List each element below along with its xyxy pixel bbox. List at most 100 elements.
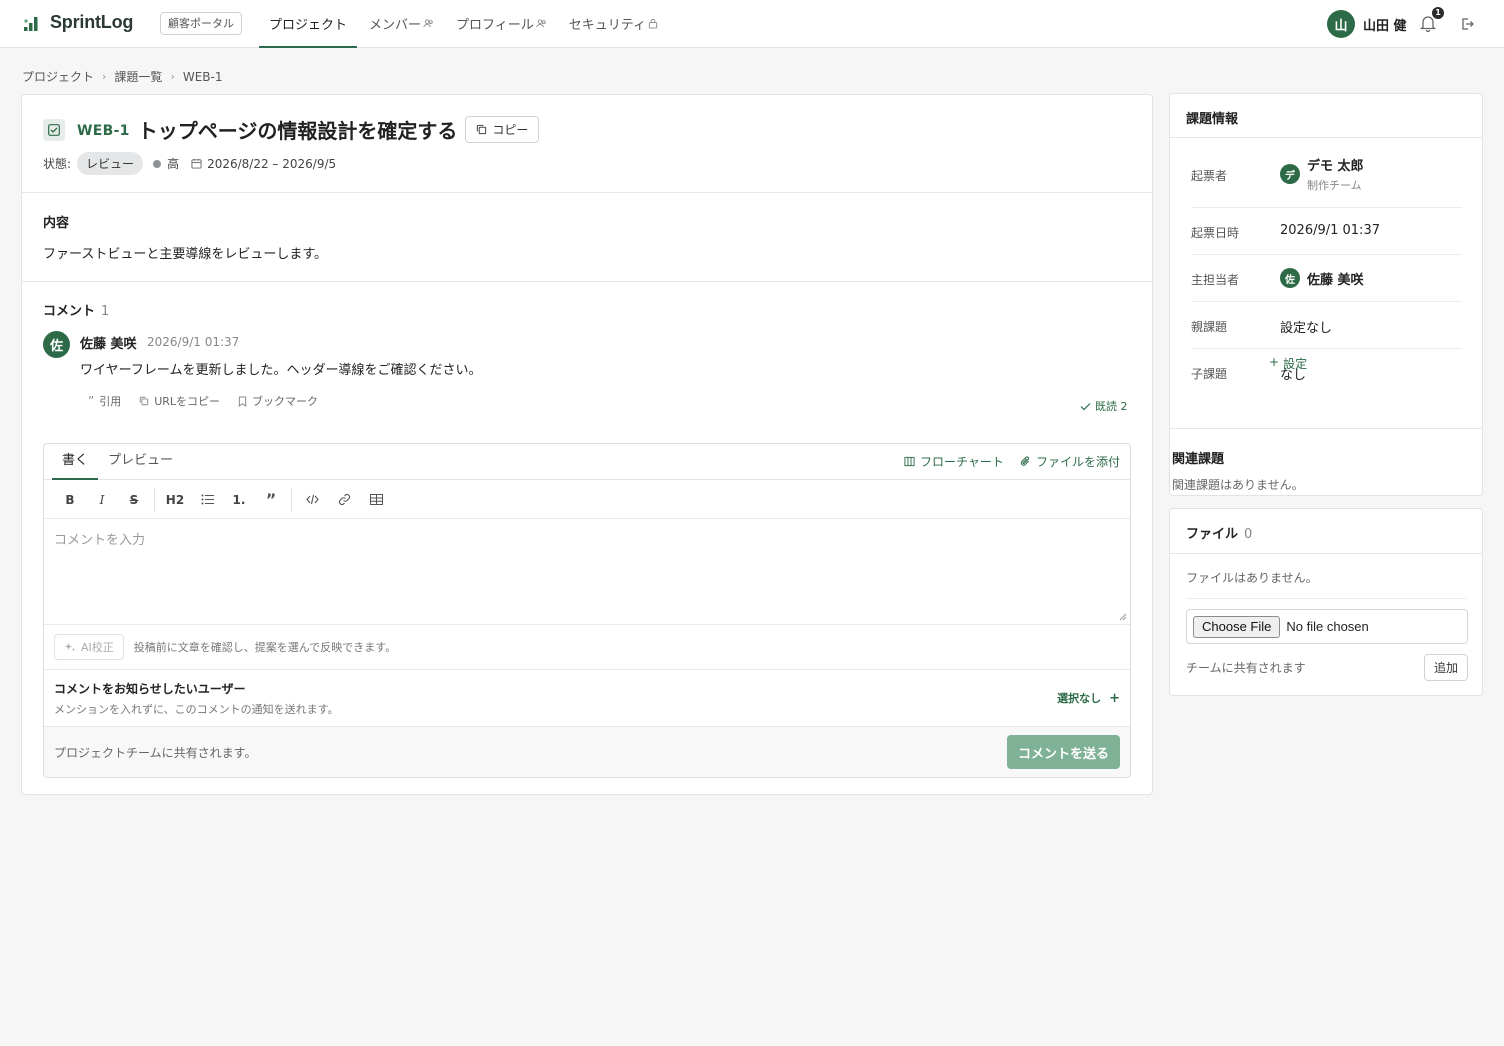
status-badge[interactable]: レビュー bbox=[77, 152, 144, 175]
reporter-info: デモ 太郎 制作チーム bbox=[1307, 155, 1364, 193]
divider bbox=[1170, 428, 1482, 429]
tab-write[interactable]: 書く bbox=[52, 444, 99, 480]
strikethrough-button[interactable]: S bbox=[118, 486, 150, 514]
priority-value: 高 bbox=[167, 157, 180, 171]
assignee-value: 佐 佐藤 美咲 bbox=[1280, 268, 1364, 288]
assignee-avatar: 佐 bbox=[1280, 268, 1300, 288]
user-avatar: 山 bbox=[1327, 10, 1355, 38]
logout-button[interactable] bbox=[1459, 16, 1475, 32]
send-comment-button[interactable]: コメントを送る bbox=[1007, 735, 1120, 769]
created-row: 起票日時 2026/9/1 01:37 bbox=[1191, 208, 1462, 255]
notifications-button[interactable]: 1 bbox=[1420, 7, 1444, 32]
ai-proofread-label: AI校正 bbox=[81, 641, 114, 654]
related-issues-empty: 関連課題はありません。 bbox=[1172, 478, 1304, 492]
check-icon bbox=[1080, 402, 1091, 410]
ai-proofread-row: AI校正 投稿前に文章を確認し、提案を選んで反映できます。 bbox=[54, 634, 396, 660]
file-input-status: No file chosen bbox=[1286, 619, 1369, 634]
format-toolbar: B I S H2 1. ” bbox=[44, 481, 1130, 519]
issue-info-panel: 課題情報 起票者 デ デモ 太郎 制作チーム 起票日時 2026/9/1 01:… bbox=[1169, 93, 1483, 496]
comments-heading-label: コメント bbox=[43, 304, 96, 319]
share-note: プロジェクトチームに共有されます。 bbox=[54, 746, 257, 760]
copy-button-label: コピー bbox=[492, 123, 529, 137]
editor-footer: プロジェクトチームに共有されます。 コメントを送る bbox=[44, 727, 1130, 777]
nav-members[interactable]: メンバー bbox=[359, 0, 444, 47]
editor-tabs: 書く プレビュー フローチャート ファイルを添付 bbox=[44, 444, 1130, 480]
reporter-avatar: デ bbox=[1280, 164, 1300, 184]
reporter-name: デモ 太郎 bbox=[1307, 159, 1364, 174]
heading-button[interactable]: H2 bbox=[159, 486, 191, 514]
user-menu[interactable]: 山 山田 健 bbox=[1327, 10, 1407, 38]
issue-header: WEB-1 トップページの情報設計を確定する コピー bbox=[43, 115, 540, 144]
brand-name: SprintLog bbox=[50, 12, 134, 32]
notify-users-select[interactable]: 選択なし + bbox=[1057, 690, 1120, 706]
parent-label: 親課題 bbox=[1191, 320, 1228, 334]
read-receipt[interactable]: 既読 2 bbox=[1080, 398, 1128, 414]
related-issues-settings-button[interactable]: + 設定 bbox=[1269, 355, 1307, 372]
code-icon bbox=[305, 494, 319, 505]
nav-profile[interactable]: プロフィール bbox=[446, 0, 557, 47]
calendar-icon bbox=[191, 158, 202, 169]
file-input[interactable]: Choose File No file chosen bbox=[1186, 609, 1468, 644]
nav-projects[interactable]: プロジェクト bbox=[259, 0, 358, 48]
files-panel: ファイル 0 ファイルはありません。 Choose File No file ch… bbox=[1169, 508, 1483, 696]
code-button[interactable] bbox=[296, 486, 328, 514]
link-button[interactable] bbox=[328, 486, 360, 514]
copy-url-button[interactable]: URLをコピー bbox=[139, 393, 220, 409]
choose-file-button[interactable]: Choose File bbox=[1193, 615, 1281, 638]
chevron-right-icon: › bbox=[170, 70, 175, 83]
issue-type-task-icon bbox=[43, 118, 65, 141]
issue-meta: 状態: レビュー 高 2026/8/22 – 2026/9/5 bbox=[43, 152, 336, 175]
toolbar-separator bbox=[291, 487, 292, 512]
priority-dot-icon bbox=[153, 159, 162, 168]
ai-proofread-button[interactable]: AI校正 bbox=[54, 634, 124, 660]
comment-actions: ” 引用 URLをコピー ブックマーク bbox=[88, 393, 318, 409]
status-label: 状態: bbox=[43, 157, 72, 171]
copy-button[interactable]: コピー bbox=[465, 116, 540, 143]
bold-button[interactable]: B bbox=[54, 486, 86, 514]
issue-info-title: 課題情報 bbox=[1186, 112, 1239, 127]
plus-icon: + bbox=[1269, 355, 1280, 369]
issue-detail-card: WEB-1 トップページの情報設計を確定する コピー 状態: レビュー 高 20… bbox=[21, 94, 1153, 795]
comment-author: 佐藤 美咲 bbox=[80, 337, 137, 352]
comments-heading: コメント 1 bbox=[43, 300, 109, 319]
notify-users-section: コメントをお知らせしたいユーザー メンションを入れずに、このコメントの通知を送れ… bbox=[44, 669, 1130, 727]
nav-projects-label: プロジェクト bbox=[269, 18, 348, 33]
divider bbox=[22, 281, 1152, 282]
issue-key: WEB-1 bbox=[77, 123, 130, 139]
comment-input-area bbox=[44, 519, 1130, 625]
breadcrumb-issues[interactable]: 課題一覧 bbox=[114, 68, 162, 85]
bookmark-button[interactable]: ブックマーク bbox=[238, 393, 318, 409]
table-icon bbox=[369, 494, 383, 505]
quote-button[interactable]: ” 引用 bbox=[88, 393, 121, 409]
comment-input[interactable] bbox=[44, 519, 1130, 624]
notify-users-description: メンションを入れずに、このコメントの通知を送れます。 bbox=[54, 703, 339, 716]
nav-security[interactable]: セキュリティ bbox=[559, 0, 668, 47]
link-icon bbox=[338, 493, 350, 506]
flowchart-icon bbox=[904, 456, 915, 467]
bookmark-icon bbox=[238, 396, 247, 407]
comment-body: ワイヤーフレームを更新しました。ヘッダー導線をご確認ください。 bbox=[80, 363, 482, 378]
bullet-list-button[interactable] bbox=[191, 486, 223, 514]
quote-block-button[interactable]: ” bbox=[255, 486, 287, 514]
italic-button[interactable]: I bbox=[86, 486, 118, 514]
notification-badge: 1 bbox=[1432, 7, 1444, 19]
flowchart-button[interactable]: フローチャート bbox=[904, 453, 1004, 470]
chevron-right-icon: › bbox=[102, 70, 107, 83]
customer-portal-button[interactable]: 顧客ポータル bbox=[160, 12, 242, 35]
assignee-label: 主担当者 bbox=[1191, 273, 1240, 287]
brand-logo[interactable]: SprintLog bbox=[22, 12, 133, 33]
resize-handle-icon[interactable] bbox=[1119, 613, 1127, 621]
add-file-button[interactable]: 追加 bbox=[1424, 654, 1468, 681]
files-count: 0 bbox=[1244, 527, 1253, 542]
notify-users-title: コメントをお知らせしたいユーザー bbox=[54, 682, 246, 696]
child-row: 子課題 なし bbox=[1191, 349, 1462, 396]
breadcrumb-projects[interactable]: プロジェクト bbox=[22, 68, 94, 85]
created-value: 2026/9/1 01:37 bbox=[1280, 223, 1380, 238]
comments-count: 1 bbox=[101, 304, 110, 319]
notify-users-select-label: 選択なし bbox=[1057, 692, 1102, 705]
attach-file-button[interactable]: ファイルを添付 bbox=[1020, 453, 1120, 470]
tab-preview[interactable]: プレビュー bbox=[98, 444, 183, 480]
quote-label: 引用 bbox=[99, 395, 122, 408]
ordered-list-button[interactable]: 1. bbox=[223, 486, 255, 514]
table-button[interactable] bbox=[360, 486, 392, 514]
